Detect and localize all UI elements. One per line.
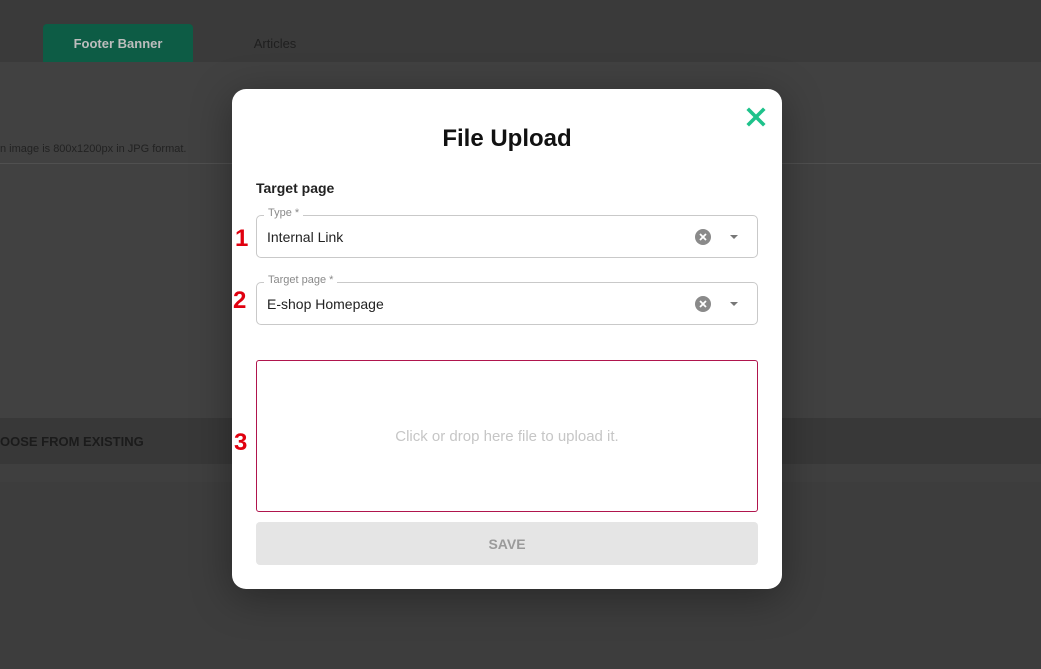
target-page-select[interactable]: Target page * E-shop Homepage	[256, 274, 758, 325]
target-page-select-label: Target page *	[264, 274, 338, 286]
tab-articles[interactable]: Articles	[230, 24, 320, 62]
type-select-label: Type *	[264, 207, 304, 219]
tab-bar: Footer Banner Articles	[0, 0, 1041, 62]
type-select[interactable]: Type * Internal Link	[256, 207, 758, 258]
choose-from-existing-button[interactable]: OOSE FROM EXISTING	[0, 434, 144, 449]
chevron-down-icon[interactable]	[727, 298, 741, 310]
clear-icon[interactable]	[694, 228, 712, 246]
save-button[interactable]: SAVE	[256, 522, 758, 565]
image-format-hint: n image is 800x1200px in JPG format.	[0, 143, 187, 155]
annotation-marker-1: 1	[235, 225, 249, 252]
type-select-value: Internal Link	[267, 229, 344, 245]
close-icon	[746, 107, 766, 127]
target-page-section-label: Target page	[256, 180, 335, 196]
annotation-marker-3: 3	[234, 429, 248, 456]
chevron-down-icon[interactable]	[727, 231, 741, 243]
modal-title: File Upload	[442, 125, 572, 152]
file-upload-modal: File Upload Target page Type * Internal …	[232, 89, 782, 589]
clear-icon[interactable]	[694, 295, 712, 313]
target-page-select-value: E-shop Homepage	[267, 296, 384, 312]
tab-footer-banner[interactable]: Footer Banner	[43, 24, 193, 62]
file-dropzone[interactable]: Click or drop here file to upload it.	[256, 360, 758, 512]
annotation-marker-2: 2	[233, 287, 247, 314]
dropzone-text: Click or drop here file to upload it.	[395, 427, 619, 445]
